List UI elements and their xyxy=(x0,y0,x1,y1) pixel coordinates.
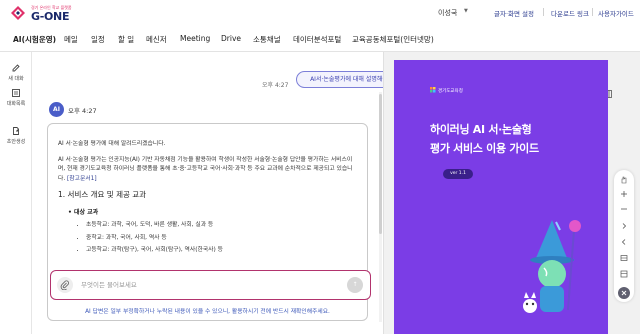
chat-sidebar: 새 대화 대화목록 초안생성 xyxy=(0,52,32,334)
zoom-in-icon[interactable] xyxy=(620,190,628,198)
doc-title: 하이러닝 AI 서·논술형 xyxy=(430,123,532,136)
nav-item-messenger[interactable]: 메신저 xyxy=(146,34,167,45)
wizard-character-illustration xyxy=(523,220,581,313)
target-subjects-label: 대상 교과 xyxy=(73,208,99,216)
user-message-time: 오후 4:27 xyxy=(262,82,289,89)
document-viewer: 경기도교육청 하이러닝 AI 서·논술형 평가 서비스 이용 가이드 ver 1… xyxy=(383,52,640,334)
disclaimer-text: AI 답변은 일부 부정확하거나 누락된 내용이 있을 수 있으니, 활용하시기… xyxy=(85,309,330,315)
sidebar-item-chat-list[interactable]: 대화목록 xyxy=(0,88,32,107)
doc-icon xyxy=(13,127,19,135)
sidebar-item-draft[interactable]: 초안생성 xyxy=(0,126,32,145)
chat-input[interactable] xyxy=(81,278,331,292)
header-divider xyxy=(592,8,593,16)
nav-item-drive[interactable]: Drive xyxy=(221,34,241,43)
chevron-left-icon[interactable] xyxy=(620,238,628,246)
logo-mark-icon xyxy=(11,6,25,20)
edit-icon xyxy=(12,64,20,72)
main-nav: AI(시험운영) 메일 일정 할 일 메신저 Meeting Drive 소통채… xyxy=(0,26,640,52)
download-link[interactable]: 다운로드 링크 xyxy=(551,8,589,18)
user-guide-link[interactable]: 사용자가이드 xyxy=(598,8,634,18)
list-icon xyxy=(12,89,20,97)
ai-paragraph: AI 서·논술형 평가는 인공지능(AI) 기반 자동채점 기능을 활용하여 학… xyxy=(58,156,357,185)
nav-item-meeting[interactable]: Meeting xyxy=(180,34,210,43)
subject-list: 초등학교: 과학, 국어, 도덕, 바른 생활, 사회, 실과 등 중학교: 과… xyxy=(86,221,357,256)
nav-item-todo[interactable]: 할 일 xyxy=(118,34,134,45)
nav-item-mail[interactable]: 메일 xyxy=(64,34,78,45)
doc-version-badge: ver 1.1 xyxy=(443,169,473,179)
sidebar-item-label: 대화목록 xyxy=(6,101,26,107)
close-icon xyxy=(621,290,627,296)
section-title: 1. 서비스 개요 및 제공 교과 xyxy=(58,190,147,199)
list-item: 초등학교: 과학, 국어, 도덕, 바른 생활, 사회, 실과 등 xyxy=(86,221,357,231)
sidebar-item-label: 초안생성 xyxy=(6,139,26,145)
user-name[interactable]: 이성국 xyxy=(438,8,457,18)
doc-issuer: 경기도교육청 xyxy=(438,89,463,94)
fit-page-icon[interactable] xyxy=(620,270,628,278)
ai-intro-text: AI 서·논술형 평가에 대해 알려드리겠습니다. xyxy=(58,141,166,147)
sidebar-item-label: 새 대화 xyxy=(8,76,24,82)
ai-avatar: AI xyxy=(49,102,64,117)
chevron-down-icon[interactable]: ▼ xyxy=(464,8,468,14)
target-subjects-title: • 대상 교과 xyxy=(68,208,99,216)
zoom-out-icon[interactable] xyxy=(620,205,628,213)
fit-width-icon[interactable] xyxy=(620,254,628,262)
attach-button[interactable] xyxy=(57,277,73,293)
logo-text: G-ONE xyxy=(31,10,70,23)
reference-link[interactable]: [참고문서1] xyxy=(67,176,97,182)
chevron-right-icon[interactable] xyxy=(620,222,628,230)
doc-subtitle: 평가 서비스 이용 가이드 xyxy=(430,142,539,155)
ai-message-time: 오후 4:27 xyxy=(68,107,97,115)
gone-logo[interactable]: 경기 온라인 학교 플랫폼 G-ONE xyxy=(10,3,72,23)
ai-paragraph-text: AI 서·논술형 평가는 인공지능(AI) 기반 자동채점 기능을 활용하여 학… xyxy=(58,156,353,182)
list-item: 중학교: 과학, 국어, 사회, 역사 등 xyxy=(86,234,357,244)
list-item: 고등학교: 과학(탐구), 국어, 사회(탐구), 역사(한국사) 등 xyxy=(86,246,357,256)
paperclip-icon xyxy=(60,280,69,290)
top-header: 경기 온라인 학교 플랫폼 G-ONE 이성국 ▼ 글자·화면 설정 다운로드 … xyxy=(0,0,640,26)
chat-scrollbar-thumb[interactable] xyxy=(379,94,382,234)
nav-item-ai[interactable]: AI(시험운영) xyxy=(13,34,56,45)
chat-input-box: ↑ xyxy=(50,270,371,300)
display-settings-link[interactable]: 글자·화면 설정 xyxy=(494,8,534,18)
guide-cover-page: 경기도교육청 하이러닝 AI 서·논술형 평가 서비스 이용 가이드 ver 1… xyxy=(394,60,608,334)
hand-tool-icon[interactable] xyxy=(620,176,628,184)
viewer-toolbar xyxy=(614,170,634,302)
close-viewer-button[interactable] xyxy=(618,287,630,299)
nav-item-community-portal[interactable]: 교육공동체포털(인터넷망) xyxy=(352,34,434,45)
sidebar-item-new-chat[interactable]: 새 대화 xyxy=(0,63,32,82)
nav-item-calendar[interactable]: 일정 xyxy=(91,34,105,45)
header-divider xyxy=(543,8,544,16)
send-button[interactable]: ↑ xyxy=(347,277,363,293)
nav-item-channel[interactable]: 소통채널 xyxy=(253,34,281,45)
gyeonggi-logo-icon xyxy=(430,87,436,93)
nav-item-data-portal[interactable]: 데이터분석포털 xyxy=(293,34,341,45)
